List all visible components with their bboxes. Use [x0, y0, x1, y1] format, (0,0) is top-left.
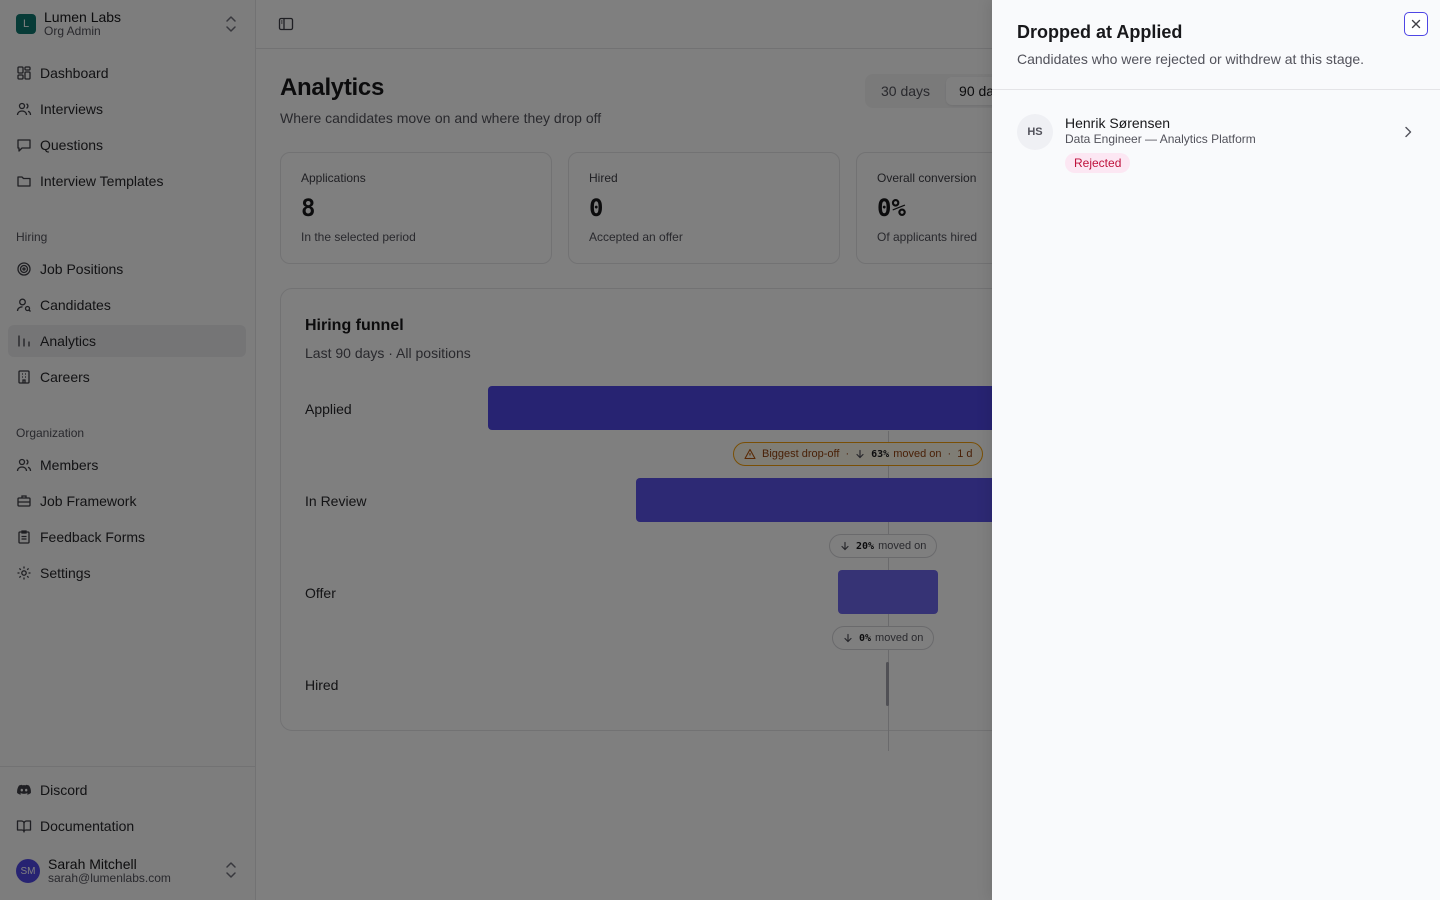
close-icon [1411, 19, 1421, 29]
chevron-right-icon [1405, 126, 1412, 138]
status-badge: Rejected [1065, 153, 1131, 173]
candidate-role: Data Engineer — Analytics Platform [1065, 132, 1256, 146]
drawer-divider [992, 89, 1440, 90]
dropoff-drawer: Dropped at Applied Candidates who were r… [992, 0, 1440, 900]
drawer-subtitle: Candidates who were rejected or withdrew… [1017, 51, 1365, 67]
avatar: HS [1017, 114, 1053, 150]
modal-backdrop[interactable] [0, 0, 992, 900]
drawer-title: Dropped at Applied [1017, 22, 1183, 42]
candidate-row[interactable]: HS Henrik Sørensen Data Engineer — Analy… [992, 100, 1440, 184]
close-button[interactable] [1404, 12, 1428, 36]
candidate-name: Henrik Sørensen [1065, 115, 1171, 131]
